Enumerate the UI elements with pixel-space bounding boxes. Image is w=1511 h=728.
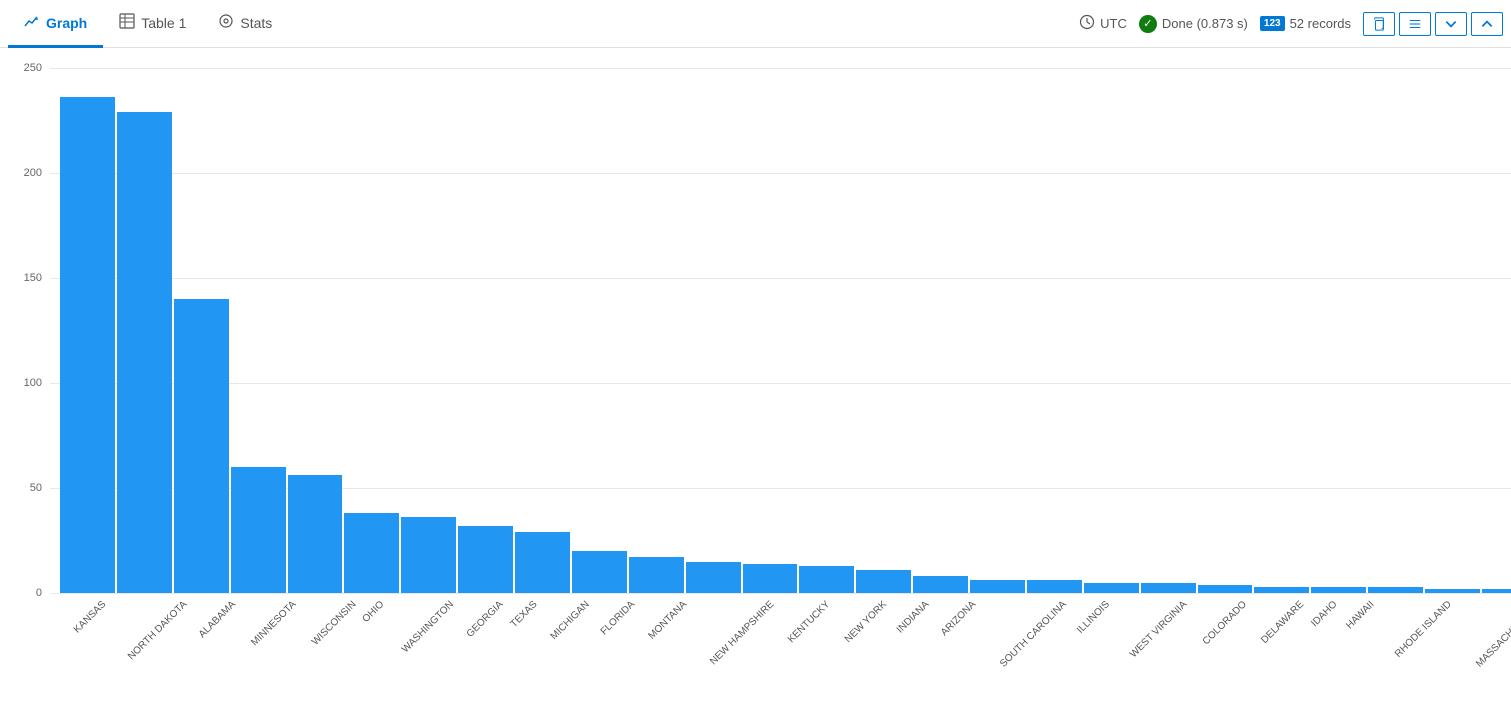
x-axis-label: MASSACHUSETTS bbox=[1474, 599, 1511, 728]
bar bbox=[117, 112, 172, 593]
chart-area: 250200150100500 bbox=[50, 68, 1511, 593]
chevron-up-button[interactable] bbox=[1471, 12, 1503, 36]
clock-icon bbox=[1079, 14, 1095, 33]
bar-wrapper[interactable] bbox=[344, 68, 399, 593]
done-badge: ✓ Done (0.873 s) bbox=[1139, 15, 1248, 33]
bar bbox=[572, 551, 627, 593]
chart-inner: 250200150100500 KANSASNORTH DAKOTAALABAM… bbox=[0, 68, 1511, 693]
bar-wrapper[interactable] bbox=[1254, 68, 1309, 593]
bar bbox=[1198, 585, 1253, 593]
y-axis-label: 50 bbox=[30, 482, 42, 494]
table-tab-label: Table 1 bbox=[141, 15, 186, 31]
bar-wrapper[interactable] bbox=[117, 68, 172, 593]
bar-wrapper[interactable] bbox=[1141, 68, 1196, 593]
bar-wrapper[interactable] bbox=[629, 68, 684, 593]
y-axis-label: 100 bbox=[24, 377, 42, 389]
toolbar: Graph Table 1 Stats bbox=[0, 0, 1511, 48]
bar bbox=[60, 97, 115, 593]
y-axis-label: 150 bbox=[24, 272, 42, 284]
bar-wrapper[interactable] bbox=[743, 68, 798, 593]
bar-wrapper[interactable] bbox=[1027, 68, 1082, 593]
bar-wrapper[interactable] bbox=[1198, 68, 1253, 593]
bar bbox=[799, 566, 854, 593]
bar-wrapper[interactable] bbox=[1425, 68, 1480, 593]
bar-wrapper[interactable] bbox=[856, 68, 911, 593]
bar bbox=[401, 517, 456, 593]
bar bbox=[1482, 589, 1511, 593]
table-icon bbox=[119, 13, 135, 33]
grid-line bbox=[50, 593, 1511, 594]
bar bbox=[1084, 583, 1139, 594]
tab-graph[interactable]: Graph bbox=[8, 1, 103, 48]
bar bbox=[686, 562, 741, 594]
bar bbox=[1425, 589, 1480, 593]
graph-icon bbox=[24, 13, 40, 33]
bar-wrapper[interactable] bbox=[686, 68, 741, 593]
toolbar-right: UTC ✓ Done (0.873 s) 123 52 records bbox=[1079, 12, 1503, 36]
bar bbox=[1311, 587, 1366, 593]
bar-wrapper[interactable] bbox=[1084, 68, 1139, 593]
bar bbox=[1027, 580, 1082, 593]
bar bbox=[344, 513, 399, 593]
bar bbox=[913, 576, 968, 593]
bar bbox=[970, 580, 1025, 593]
bars-container bbox=[50, 68, 1511, 593]
tab-table[interactable]: Table 1 bbox=[103, 1, 202, 48]
bar bbox=[1141, 583, 1196, 594]
done-label: Done (0.873 s) bbox=[1162, 16, 1248, 31]
stats-icon bbox=[218, 13, 234, 33]
toolbar-actions bbox=[1363, 12, 1503, 36]
bar-wrapper[interactable] bbox=[401, 68, 456, 593]
bar bbox=[288, 475, 343, 593]
records-badge: 123 52 records bbox=[1260, 16, 1351, 31]
bar-wrapper[interactable] bbox=[458, 68, 513, 593]
x-labels: KANSASNORTH DAKOTAALABAMAMINNESOTAWISCON… bbox=[50, 593, 1511, 693]
bar bbox=[231, 467, 286, 593]
graph-tab-label: Graph bbox=[46, 15, 87, 31]
bar-wrapper[interactable] bbox=[799, 68, 854, 593]
bar-wrapper[interactable] bbox=[1368, 68, 1423, 593]
bar bbox=[629, 557, 684, 593]
bar bbox=[1254, 587, 1309, 593]
bar bbox=[458, 526, 513, 593]
records-number-icon: 123 bbox=[1260, 16, 1285, 31]
y-axis-label: 250 bbox=[24, 62, 42, 74]
bar-wrapper[interactable] bbox=[572, 68, 627, 593]
bar bbox=[1368, 587, 1423, 593]
bar-wrapper[interactable] bbox=[231, 68, 286, 593]
bar-wrapper[interactable] bbox=[1311, 68, 1366, 593]
bar-wrapper[interactable] bbox=[970, 68, 1025, 593]
bar bbox=[743, 564, 798, 593]
records-label: 52 records bbox=[1290, 16, 1351, 31]
stats-tab-label: Stats bbox=[240, 15, 272, 31]
utc-badge[interactable]: UTC bbox=[1079, 14, 1127, 33]
bar bbox=[856, 570, 911, 593]
done-check-icon: ✓ bbox=[1139, 15, 1157, 33]
bar-wrapper[interactable] bbox=[60, 68, 115, 593]
x-label-wrapper: KANSAS bbox=[60, 593, 101, 693]
bar-wrapper[interactable] bbox=[174, 68, 229, 593]
y-axis-label: 0 bbox=[36, 587, 42, 599]
bar bbox=[515, 532, 570, 593]
bar-wrapper[interactable] bbox=[288, 68, 343, 593]
copy-button[interactable] bbox=[1363, 12, 1395, 36]
bar bbox=[174, 299, 229, 593]
columns-button[interactable] bbox=[1399, 12, 1431, 36]
bar-wrapper[interactable] bbox=[515, 68, 570, 593]
bar-wrapper[interactable] bbox=[1482, 68, 1511, 593]
tab-stats[interactable]: Stats bbox=[202, 1, 288, 48]
chevron-down-button[interactable] bbox=[1435, 12, 1467, 36]
utc-label: UTC bbox=[1100, 16, 1127, 31]
bar-wrapper[interactable] bbox=[913, 68, 968, 593]
chart-container: 250200150100500 KANSASNORTH DAKOTAALABAM… bbox=[0, 48, 1511, 693]
y-axis-label: 200 bbox=[24, 167, 42, 179]
